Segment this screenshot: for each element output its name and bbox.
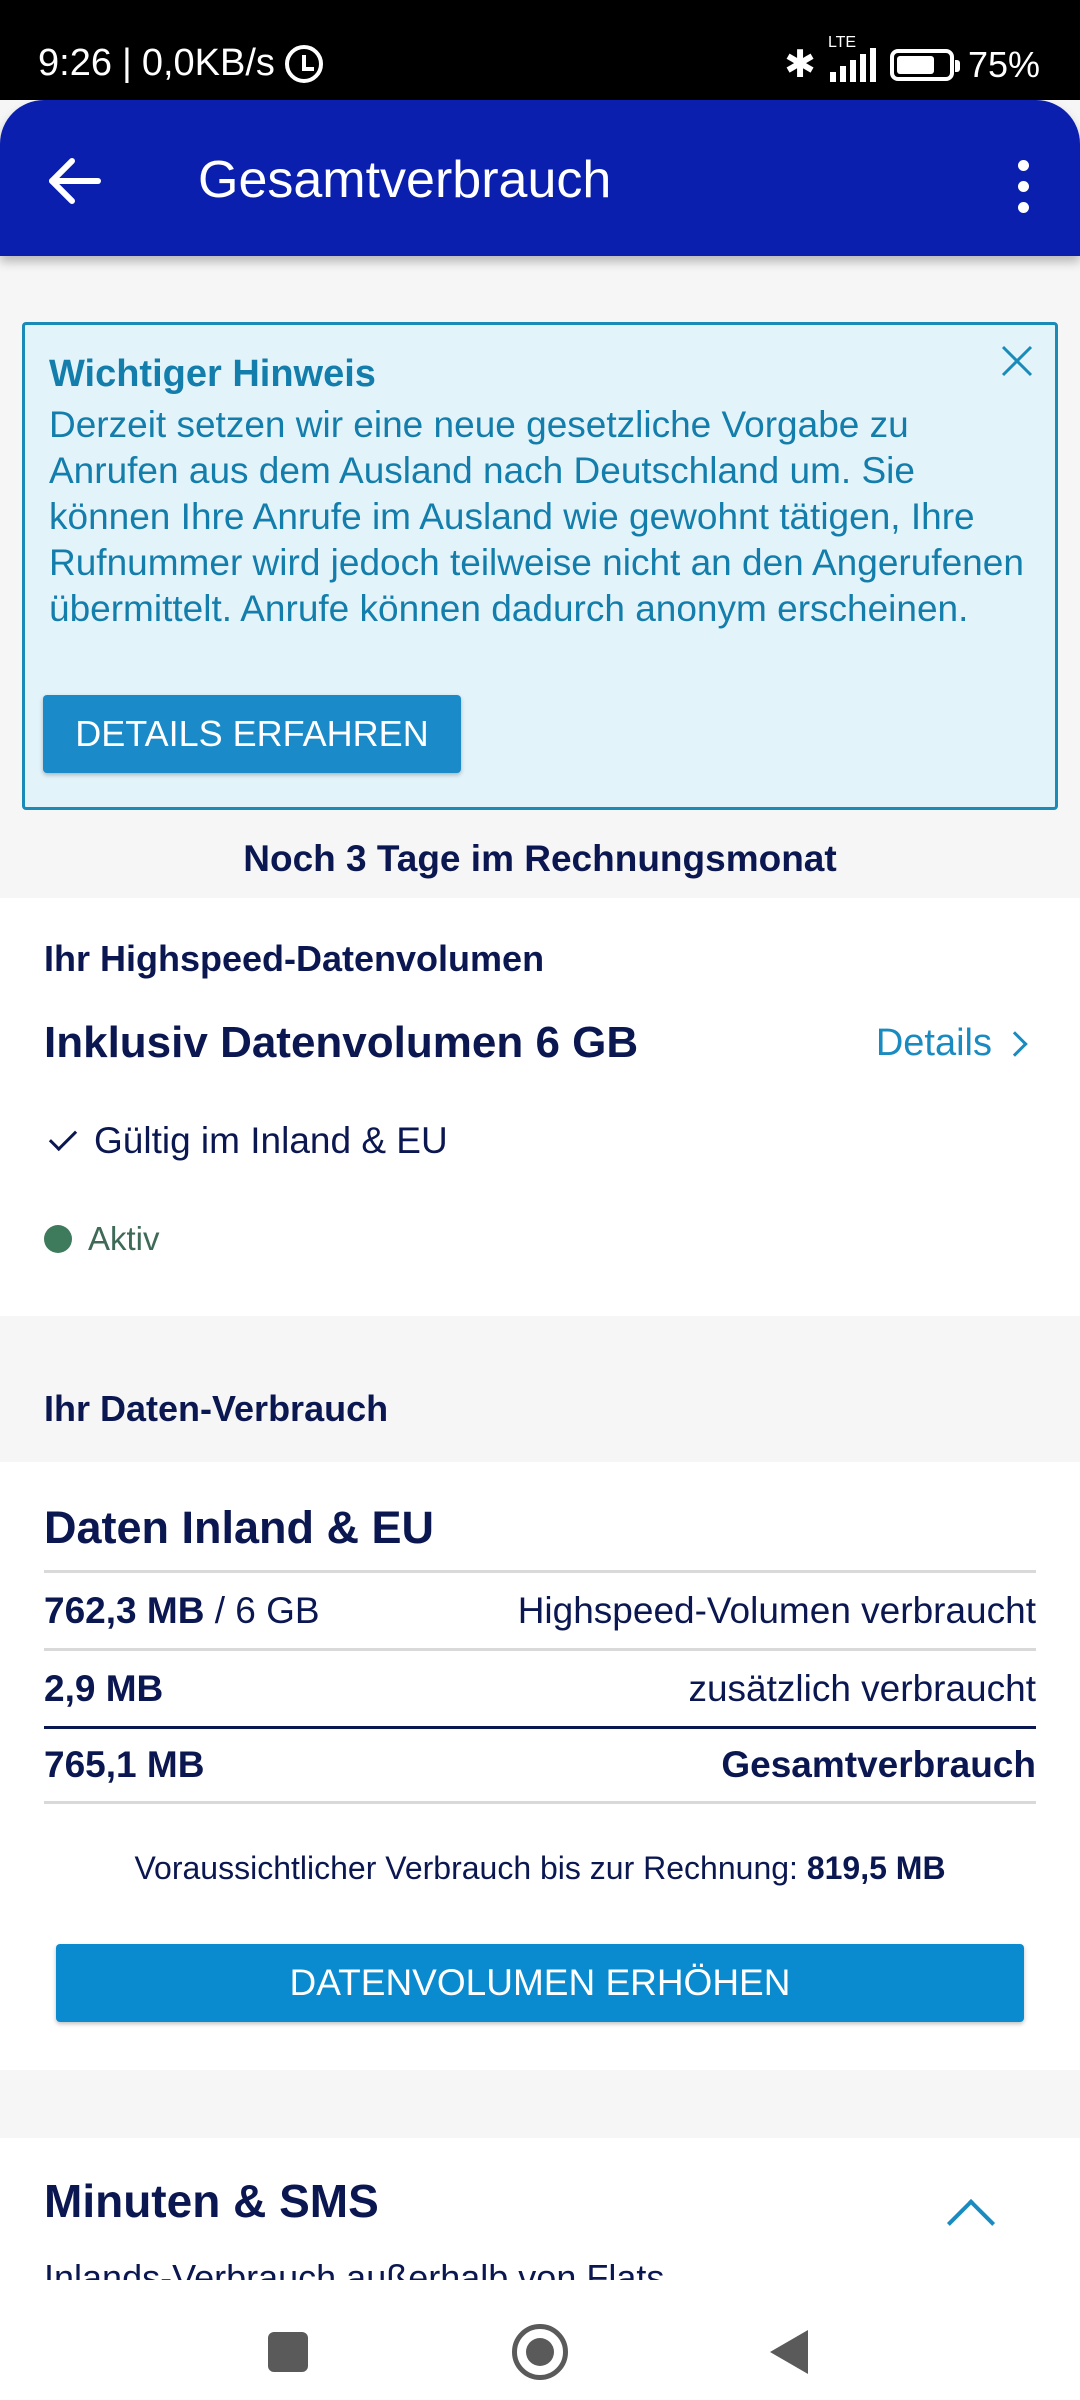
important-notice: Wichtiger Hinweis Derzeit setzen wir ein… <box>22 322 1058 810</box>
recents-square-icon[interactable] <box>268 2332 308 2372</box>
chevron-up-icon[interactable] <box>946 2198 996 2248</box>
minutes-sms-subtitle: Inlands-Verbrauch außerhalb von Flats <box>44 2257 665 2280</box>
status-time: 9:26 <box>38 42 112 84</box>
increase-data-volume-button[interactable]: DATENVOLUMEN ERHÖHEN <box>56 1944 1024 2022</box>
billing-days-remaining: Noch 3 Tage im Rechnungsmonat <box>243 838 837 879</box>
highspeed-card: Ihr Highspeed-Datenvolumen Inklusiv Date… <box>0 898 1080 1316</box>
details-learn-more-button[interactable]: DETAILS ERFAHREN <box>43 695 461 773</box>
status-left: 9:26 | 0,0KB/s <box>38 42 323 85</box>
forecast-value: 819,5 MB <box>806 1850 946 1886</box>
page-title: Gesamtverbrauch <box>198 151 612 209</box>
home-circle-icon[interactable] <box>512 2324 568 2380</box>
details-link[interactable]: Details <box>875 1022 1028 1065</box>
validity-row: Gültig im Inland & EU <box>48 1120 448 1162</box>
row-label: Highspeed-Volumen verbraucht <box>517 1589 1036 1631</box>
forecast-text: Voraussichtlicher Verbrauch bis zur Rech… <box>134 1850 946 1886</box>
back-triangle-icon[interactable] <box>770 2330 808 2374</box>
row-value: 2,9 MB <box>44 1667 164 1709</box>
table-row: 762,3 MB / 6 GB Highspeed-Volumen verbra… <box>44 1570 1036 1648</box>
validity-text: Gültig im Inland & EU <box>94 1120 448 1161</box>
status-text: Aktiv <box>88 1220 160 1257</box>
table-row: 2,9 MB zusätzlich verbraucht <box>44 1648 1036 1726</box>
row-value: 762,3 MB / 6 GB <box>44 1589 320 1631</box>
system-nav-bar <box>0 2280 1080 2400</box>
row-label: Gesamtverbrauch <box>721 1744 1036 1785</box>
close-icon <box>1001 345 1033 377</box>
status-bar: 9:26 | 0,0KB/s ✱ LTE 75% <box>0 0 1080 100</box>
more-options-button[interactable] <box>998 144 1048 228</box>
consumption-section-label: Ihr Daten-Verbrauch <box>44 1388 389 1429</box>
bluetooth-icon: ✱ <box>784 44 816 86</box>
notice-text: Derzeit setzen wir eine neue gesetzliche… <box>49 404 1024 629</box>
row-value: 765,1 MB <box>44 1744 205 1785</box>
battery-percent: 75% <box>967 43 1040 85</box>
app-bar: Gesamtverbrauch <box>0 100 1080 256</box>
status-network-speed: 0,0KB/s <box>141 42 275 84</box>
signal-icon: LTE <box>828 34 876 82</box>
status-separator: | <box>121 42 132 84</box>
chevron-right-icon <box>1002 1030 1028 1057</box>
lte-label: LTE <box>827 33 857 51</box>
status-row: Aktiv <box>44 1220 160 1258</box>
check-icon <box>48 1122 78 1152</box>
row-label: zusätzlich verbraucht <box>688 1667 1036 1709</box>
alarm-icon <box>284 44 323 83</box>
more-vertical-icon <box>1017 159 1029 171</box>
battery-icon <box>889 48 960 81</box>
minutes-sms-card[interactable]: Minuten & SMS Inlands-Verbrauch außerhal… <box>0 2138 1080 2280</box>
data-title: Daten Inland & EU <box>44 1502 435 1553</box>
details-link-label: Details <box>875 1022 992 1064</box>
arrow-left-icon <box>49 158 101 204</box>
consumption-table: 762,3 MB / 6 GB Highspeed-Volumen verbra… <box>44 1570 1036 1804</box>
tariff-name: Inklusiv Datenvolumen 6 GB <box>44 1018 639 1067</box>
table-row-total: 765,1 MB Gesamtverbrauch <box>44 1726 1036 1804</box>
minutes-sms-title: Minuten & SMS <box>44 2175 379 2227</box>
data-consumption-card: Daten Inland & EU 762,3 MB / 6 GB Highsp… <box>0 1462 1080 2070</box>
notice-title: Wichtiger Hinweis <box>49 353 376 395</box>
status-right: ✱ LTE 75% <box>784 34 1040 87</box>
highspeed-section-label: Ihr Highspeed-Datenvolumen <box>44 938 545 979</box>
notice-close-button[interactable] <box>995 339 1039 383</box>
status-dot-icon <box>44 1225 72 1253</box>
back-button[interactable] <box>40 144 114 218</box>
